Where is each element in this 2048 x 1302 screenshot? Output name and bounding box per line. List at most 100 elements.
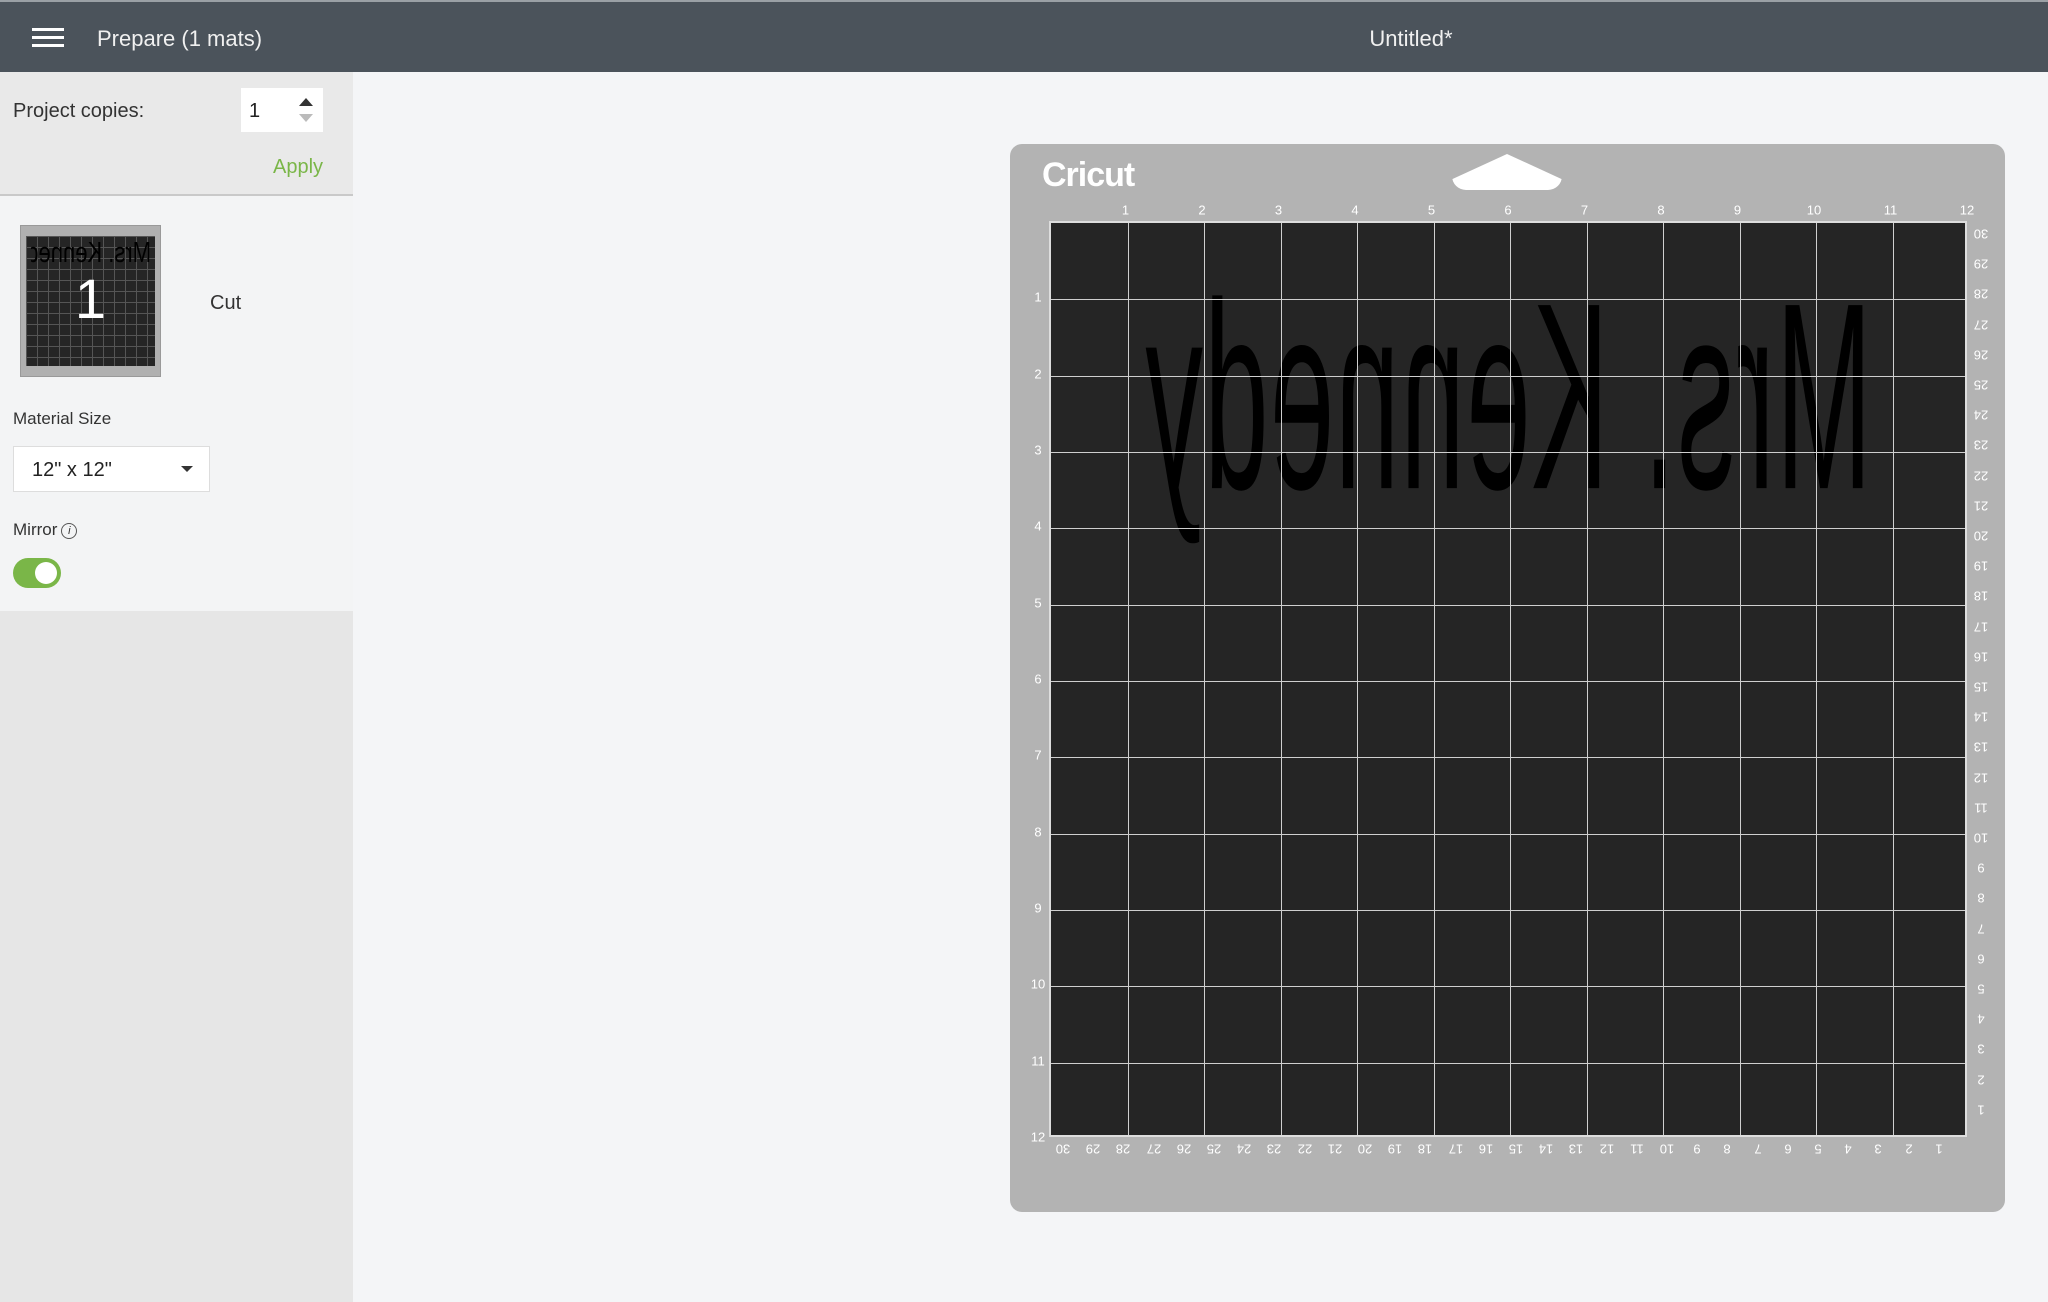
right-ruler-label: 4 [1977, 1011, 1985, 1027]
mirror-label: Mirror [13, 520, 58, 539]
right-ruler-label: 10 [1973, 830, 1989, 846]
left-ruler-label: 10 [1030, 976, 1046, 992]
left-ruler-label: 4 [1034, 518, 1042, 534]
right-ruler-label: 8 [1977, 890, 1985, 906]
right-ruler-label: 30 [1973, 226, 1989, 242]
top-ruler-label: 11 [1883, 202, 1898, 218]
material-size-value: 12" x 12" [32, 459, 112, 481]
bottom-ruler-label: 17 [1448, 1141, 1463, 1157]
thumbnail-design-text: Mrs. Kennedy [31, 236, 151, 269]
mirrored-design-text[interactable]: Mrs. Kennedy [1144, 243, 1872, 551]
top-ruler-label: 5 [1427, 202, 1436, 218]
mat-grid[interactable]: Mrs. Kennedy [1049, 221, 1967, 1137]
project-copies-panel: Project copies: 1 Apply [0, 72, 353, 196]
right-ruler-label: 27 [1973, 317, 1989, 333]
sidebar: Project copies: 1 Apply Mrs. Kennedy 1 C… [0, 72, 353, 1302]
bottom-ruler-label: 11 [1630, 1141, 1644, 1157]
grid-line-horizontal [1051, 681, 1965, 682]
grid-line-horizontal [1051, 910, 1965, 911]
cricut-logo: Cricut [1042, 156, 1135, 194]
left-ruler-label: 2 [1034, 366, 1042, 382]
left-ruler-label: 6 [1034, 671, 1042, 687]
bottom-ruler-label: 7 [1753, 1141, 1762, 1157]
cutting-mat: Cricut Mrs. Kennedy 1 2 3 4 5 6 7 8 9 10 11 12 1 2 3 4 5… [1010, 144, 2005, 1212]
right-ruler-label: 14 [1973, 709, 1989, 725]
bottom-ruler-label: 30 [1055, 1141, 1071, 1157]
grid-line-vertical [1510, 223, 1511, 1135]
bottom-ruler-label: 12 [1599, 1141, 1614, 1157]
grid-line-horizontal [1051, 986, 1965, 988]
grid-line-vertical [1892, 223, 1894, 1135]
bottom-ruler-label: 25 [1206, 1141, 1222, 1157]
right-ruler-label: 19 [1973, 558, 1989, 574]
bottom-ruler-label: 14 [1538, 1141, 1554, 1157]
top-ruler-label: 4 [1351, 202, 1359, 218]
sidebar-empty-area [0, 611, 353, 1302]
right-ruler-label: 12 [1973, 770, 1989, 786]
top-ruler-label: 6 [1504, 202, 1512, 218]
mat-thumbnail[interactable]: Mrs. Kennedy 1 [20, 225, 161, 377]
right-ruler-label: 25 [1973, 377, 1989, 393]
material-size-dropdown[interactable]: 12" x 12" [13, 446, 210, 492]
grid-line-horizontal [1051, 375, 1965, 377]
right-ruler-label: 23 [1973, 437, 1989, 453]
right-ruler-label: 11 [1974, 800, 1988, 816]
right-ruler-label: 26 [1973, 347, 1989, 363]
bottom-ruler-label: 19 [1387, 1141, 1403, 1157]
right-ruler-label: 16 [1973, 649, 1989, 665]
bottom-ruler-label: 20 [1357, 1141, 1373, 1157]
left-ruler-label: 7 [1034, 747, 1042, 763]
apply-button[interactable]: Apply [273, 156, 323, 179]
grid-line-horizontal [1051, 757, 1965, 759]
left-ruler-label: 11 [1031, 1053, 1045, 1069]
project-copies-label: Project copies: [13, 100, 145, 122]
info-icon[interactable]: i [61, 522, 78, 539]
right-ruler-label: 1 [1977, 1102, 1985, 1118]
bottom-ruler-label: 2 [1904, 1141, 1913, 1157]
right-ruler-label: 7 [1977, 921, 1985, 937]
chevron-down-icon [181, 466, 193, 472]
copies-value: 1 [249, 100, 261, 122]
mirror-label-row: Mirror i [13, 520, 78, 540]
left-ruler-label: 1 [1034, 289, 1042, 305]
left-ruler-label: 5 [1034, 595, 1042, 611]
right-ruler-label: 21 [1973, 498, 1989, 514]
right-ruler-label: 24 [1973, 407, 1989, 423]
bottom-ruler-label: 6 [1784, 1141, 1792, 1157]
right-ruler-label: 28 [1973, 286, 1989, 302]
grid-line-horizontal [1051, 604, 1965, 606]
left-ruler-label: 12 [1030, 1129, 1046, 1145]
top-ruler-label: 9 [1733, 202, 1742, 218]
material-size-label: Material Size [13, 409, 112, 428]
left-ruler-label: 3 [1034, 442, 1042, 458]
right-ruler-label: 5 [1977, 981, 1985, 997]
document-title: Untitled* [1369, 26, 1453, 51]
bottom-ruler-label: 21 [1327, 1141, 1343, 1157]
right-ruler-label: 15 [1973, 679, 1989, 695]
right-ruler-label: 22 [1973, 468, 1989, 484]
top-ruler-label: 8 [1657, 202, 1665, 218]
grid-line-vertical [1357, 223, 1358, 1135]
grid-line-vertical [1586, 223, 1588, 1135]
grid-line-vertical [1816, 223, 1817, 1135]
bottom-ruler-label: 3 [1874, 1141, 1883, 1157]
grid-line-horizontal [1051, 452, 1965, 453]
grid-line-vertical [1204, 223, 1205, 1135]
right-ruler-label: 13 [1973, 739, 1989, 755]
top-ruler-label: 3 [1274, 202, 1283, 218]
top-ruler-label: 10 [1806, 202, 1822, 218]
right-ruler-label: 18 [1973, 588, 1989, 604]
grid-line-horizontal [1051, 528, 1965, 530]
grid-line-horizontal [1051, 299, 1965, 301]
increment-arrow-icon[interactable] [299, 98, 313, 106]
project-copies-stepper[interactable]: 1 [241, 88, 323, 132]
right-ruler-label: 20 [1973, 528, 1989, 544]
top-ruler-label: 1 [1121, 202, 1130, 218]
decrement-arrow-icon[interactable] [299, 114, 313, 122]
grid-line-vertical [1739, 223, 1741, 1135]
bottom-ruler-label: 8 [1723, 1141, 1732, 1157]
bottom-ruler-label: 1 [1935, 1141, 1943, 1157]
bottom-ruler-label: 24 [1236, 1141, 1252, 1157]
mirror-toggle[interactable] [13, 558, 61, 588]
mat-mode-label: Cut [210, 292, 242, 314]
